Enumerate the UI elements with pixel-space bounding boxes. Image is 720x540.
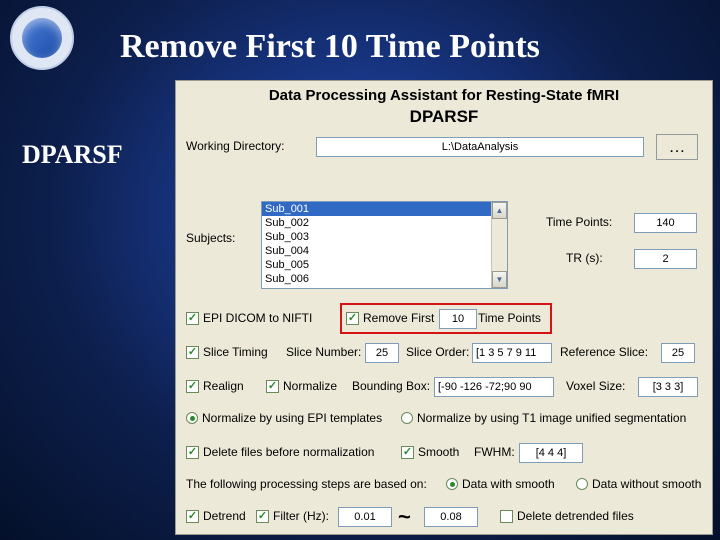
bbox-label: Bounding Box: (352, 379, 430, 393)
dparsf-panel: Data Processing Assistant for Resting-St… (175, 80, 713, 535)
timepoints-label: Time Points: (546, 215, 612, 229)
norm-epi-label: Normalize by using EPI templates (202, 411, 382, 425)
with-smooth-label: Data with smooth (462, 477, 555, 491)
steps-based-label: The following processing steps are based… (186, 477, 427, 491)
bbox-field[interactable]: [-90 -126 -72;90 90 (434, 377, 554, 397)
slide-title: Remove First 10 Time Points (120, 28, 700, 66)
filter-label: Filter (Hz): (273, 509, 329, 523)
voxel-field[interactable]: [3 3 3] (638, 377, 698, 397)
list-item[interactable]: Sub_002 (262, 216, 507, 230)
smooth-label: Smooth (418, 445, 459, 459)
ref-slice-field[interactable]: 25 (661, 343, 695, 363)
tr-label: TR (s): (566, 251, 603, 265)
realign-label: Realign (203, 379, 244, 393)
epi-nifti-checkbox[interactable] (186, 312, 199, 325)
timepoints-field[interactable]: 140 (634, 213, 697, 233)
normalize-label: Normalize (283, 379, 337, 393)
list-item[interactable]: Sub_003 (262, 230, 507, 244)
panel-header-1: Data Processing Assistant for Resting-St… (176, 87, 712, 104)
delete-pre-label: Delete files before normalization (203, 445, 374, 459)
tr-field[interactable]: 2 (634, 249, 697, 269)
norm-t1-radio[interactable] (401, 412, 413, 424)
subjects-list[interactable]: Sub_001 Sub_002 Sub_003 Sub_004 Sub_005 … (261, 201, 508, 289)
smooth-checkbox[interactable] (401, 446, 414, 459)
fwhm-field[interactable]: [4 4 4] (519, 443, 583, 463)
dparsf-label: DPARSF (22, 140, 123, 170)
list-item[interactable]: Sub_005 (262, 258, 507, 272)
list-item[interactable]: Sub_006 (262, 272, 507, 286)
browse-button[interactable]: … (656, 134, 698, 160)
realign-checkbox[interactable] (186, 380, 199, 393)
fwhm-label: FWHM: (474, 445, 515, 459)
slice-timing-label: Slice Timing (203, 345, 268, 359)
delete-pre-checkbox[interactable] (186, 446, 199, 459)
working-dir-label: Working Directory: (186, 139, 284, 153)
norm-t1-label: Normalize by using T1 image unified segm… (417, 411, 686, 425)
scroll-down-icon[interactable]: ▼ (492, 271, 507, 288)
brain-logo (10, 6, 74, 70)
slice-number-label: Slice Number: (286, 345, 361, 359)
with-smooth-radio[interactable] (446, 478, 458, 490)
working-dir-field[interactable]: L:\DataAnalysis (316, 137, 644, 157)
scrollbar[interactable]: ▲ ▼ (491, 202, 507, 288)
epi-nifti-label: EPI DICOM to NIFTI (203, 311, 312, 325)
voxel-label: Voxel Size: (566, 379, 625, 393)
delete-detrended-label: Delete detrended files (517, 509, 634, 523)
delete-detrended-checkbox[interactable] (500, 510, 513, 523)
filter-checkbox[interactable] (256, 510, 269, 523)
normalize-checkbox[interactable] (266, 380, 279, 393)
filter-low-field[interactable]: 0.01 (338, 507, 392, 527)
list-item[interactable]: Sub_001 (262, 202, 507, 216)
slice-order-label: Slice Order: (406, 345, 469, 359)
subjects-label: Subjects: (186, 231, 235, 245)
tilde-icon: ~ (390, 504, 419, 530)
norm-epi-radio[interactable] (186, 412, 198, 424)
filter-high-field[interactable]: 0.08 (424, 507, 478, 527)
highlight-box (340, 303, 552, 334)
list-item[interactable]: Sub_004 (262, 244, 507, 258)
without-smooth-radio[interactable] (576, 478, 588, 490)
slice-order-field[interactable]: [1 3 5 7 9 11 (472, 343, 552, 363)
panel-header-2: DPARSF (176, 107, 712, 127)
slice-timing-checkbox[interactable] (186, 346, 199, 359)
detrend-checkbox[interactable] (186, 510, 199, 523)
slice-number-field[interactable]: 25 (365, 343, 399, 363)
detrend-label: Detrend (203, 509, 246, 523)
scroll-up-icon[interactable]: ▲ (492, 202, 507, 219)
without-smooth-label: Data without smooth (592, 477, 701, 491)
ref-slice-label: Reference Slice: (560, 345, 648, 359)
